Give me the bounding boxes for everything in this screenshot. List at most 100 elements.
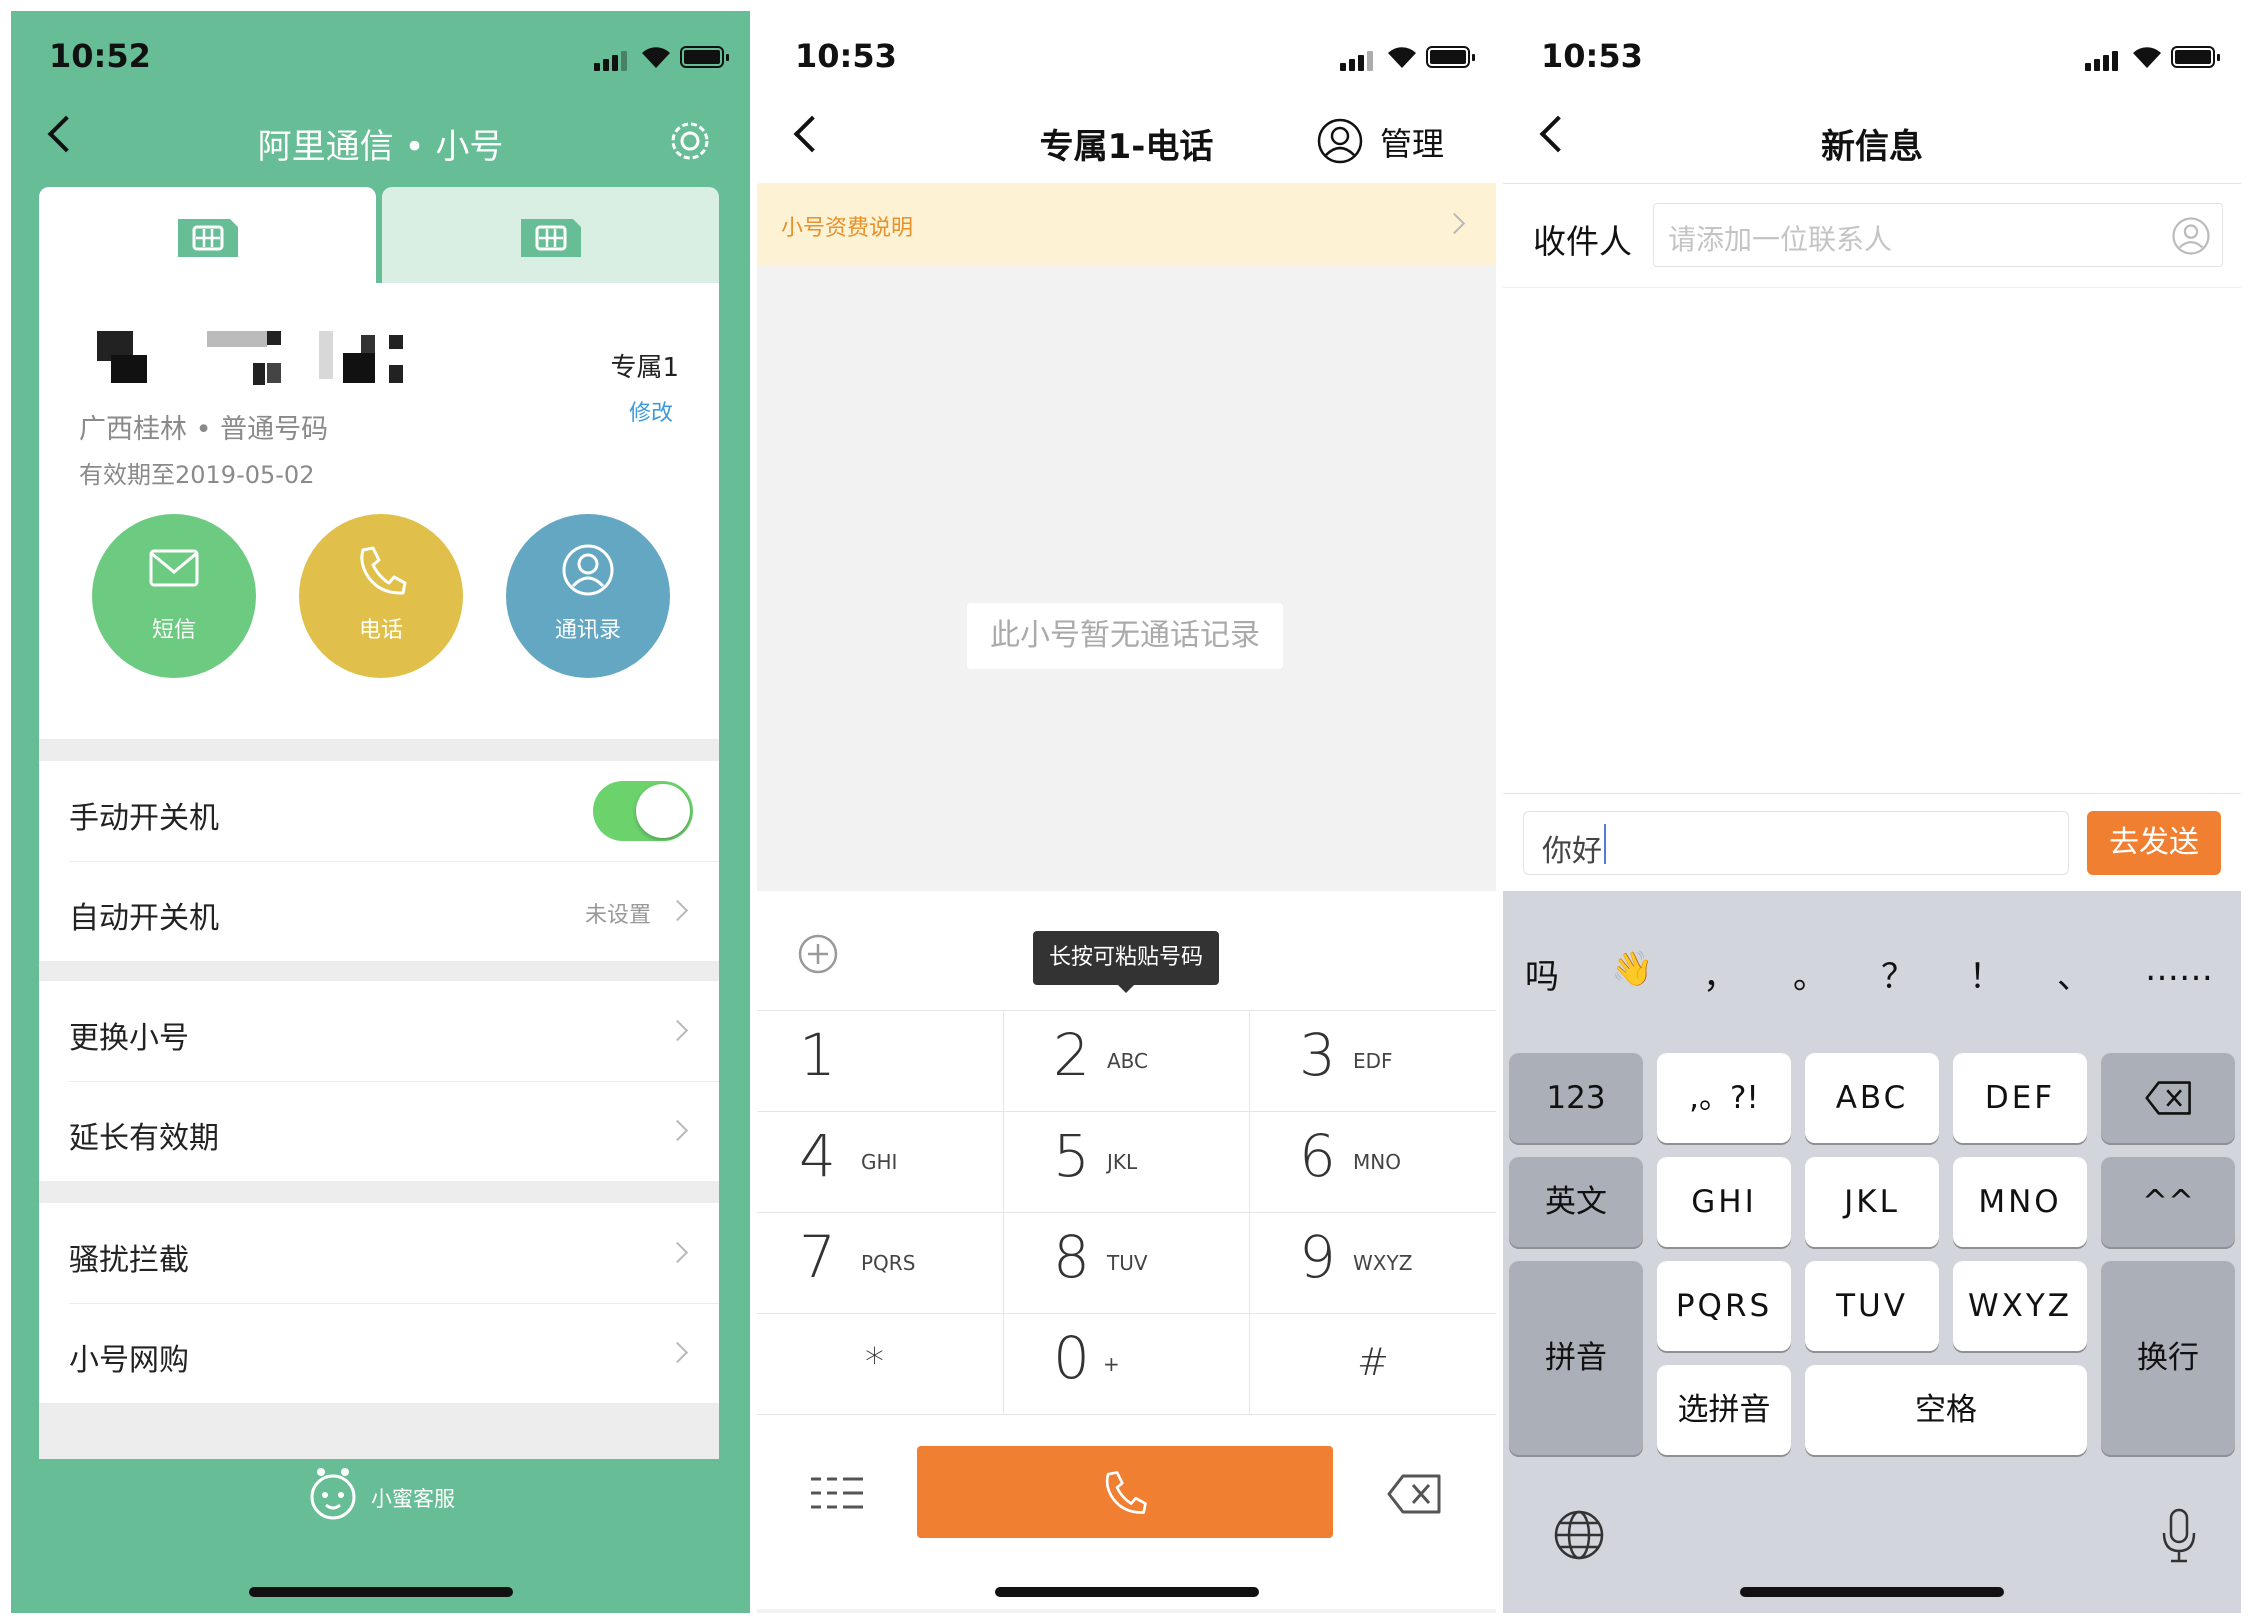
key-pqrs[interactable]: PQRS	[1657, 1261, 1791, 1351]
home-indicator	[994, 1587, 1259, 1597]
auto-power-row[interactable]: 自动开关机 未设置	[39, 861, 719, 961]
online-shopping-row[interactable]: 小号网购	[39, 1303, 719, 1403]
user-circle-icon	[1317, 118, 1363, 164]
dialer-screen: 10:53 专属1-电话 管理 小号资费说明 此小号暂无通话记录 长按可粘贴号码…	[757, 11, 1496, 1613]
add-contact-icon[interactable]	[2170, 215, 2212, 257]
sim-card-icon	[521, 219, 581, 257]
key-123[interactable]: 123	[1509, 1053, 1643, 1143]
key-tuv[interactable]: TUV	[1805, 1261, 1939, 1351]
dial-key-digit: 5	[1053, 1122, 1090, 1190]
candidate-word[interactable]: ……	[2145, 949, 2213, 989]
block-harassment-label: 骚扰拦截	[69, 1243, 189, 1278]
manage-label: 管理	[1380, 125, 1445, 163]
dial-key-digit: 4	[799, 1122, 836, 1190]
page-title: 阿里通信 • 小号	[257, 127, 504, 167]
send-button[interactable]: 去发送	[2087, 811, 2221, 875]
backspace-icon[interactable]	[1387, 1473, 1443, 1515]
dial-key[interactable]: 7 PQRS	[757, 1213, 1003, 1313]
dial-key[interactable]: 3 EDF	[1249, 1011, 1495, 1111]
dial-key[interactable]: 9 WXYZ	[1249, 1213, 1495, 1313]
delete-key[interactable]	[2101, 1053, 2235, 1143]
dial-key[interactable]: 0 +	[1003, 1314, 1249, 1414]
candidate-word[interactable]: 👋	[1611, 949, 1653, 989]
key-space[interactable]: 空格	[1805, 1365, 2087, 1455]
candidate-word[interactable]: ！	[1969, 949, 2003, 998]
dial-key[interactable]: *	[757, 1314, 1003, 1414]
chevron-right-icon	[666, 1019, 689, 1042]
dial-button[interactable]	[917, 1446, 1333, 1538]
key-ghi[interactable]: GHI	[1657, 1157, 1791, 1247]
candidate-word[interactable]: 。	[1793, 949, 1827, 998]
key-english[interactable]: 英文	[1509, 1157, 1643, 1247]
page-title: 新信息	[1821, 127, 1923, 167]
dial-key-letters: WXYZ	[1353, 1251, 1413, 1275]
extend-validity-row[interactable]: 延长有效期	[39, 1081, 719, 1181]
battery-icon	[1426, 46, 1475, 68]
add-contact-icon[interactable]	[797, 933, 839, 975]
change-number-row[interactable]: 更换小号	[39, 981, 719, 1081]
dial-key[interactable]: 8 TUV	[1003, 1213, 1249, 1313]
dial-key-digit: 8	[1053, 1223, 1090, 1291]
wifi-icon	[2133, 47, 2161, 68]
candidate-word[interactable]: ？	[1881, 949, 1915, 998]
candidate-word[interactable]: ，	[1703, 949, 1737, 998]
key-jkl[interactable]: JKL	[1805, 1157, 1939, 1247]
dial-key-letters: EDF	[1353, 1049, 1393, 1073]
manage-button[interactable]: 管理	[1316, 115, 1466, 165]
key-enter[interactable]: 换行	[2101, 1261, 2235, 1455]
home-indicator	[1740, 1587, 2004, 1597]
edit-link[interactable]: 修改	[629, 395, 673, 427]
keypad-toggle-icon[interactable]	[809, 1473, 865, 1513]
fee-notice-banner[interactable]: 小号资费说明	[757, 183, 1496, 265]
key-pinyin[interactable]: 拼音	[1509, 1261, 1643, 1455]
message-input[interactable]: 你好	[1523, 811, 2069, 875]
block-harassment-row[interactable]: 骚扰拦截	[39, 1203, 719, 1303]
call-button[interactable]: 电话	[299, 514, 463, 678]
sms-button[interactable]: 短信	[92, 514, 256, 678]
dial-key[interactable]: 2 ABC	[1003, 1011, 1249, 1111]
dial-key[interactable]: 4 GHI	[757, 1112, 1003, 1212]
wifi-icon	[1388, 47, 1416, 68]
recipient-input[interactable]: 请添加一位联系人	[1653, 203, 2223, 267]
customer-service-button[interactable]: 小蜜客服	[307, 1465, 507, 1525]
chevron-right-icon	[1443, 212, 1466, 235]
dial-key-letters: MNO	[1353, 1150, 1401, 1174]
dial-key-digit: 0	[1053, 1324, 1090, 1392]
dial-key-letters: +	[1103, 1352, 1120, 1376]
dial-key-digit: 7	[799, 1223, 836, 1291]
dial-key[interactable]: #	[1249, 1314, 1495, 1414]
key-def[interactable]: DEF	[1953, 1053, 2087, 1143]
bee-mascot-icon	[310, 1468, 356, 1520]
dial-key[interactable]: 6 MNO	[1249, 1112, 1495, 1212]
sms-label: 短信	[151, 618, 196, 643]
dial-key-letters: PQRS	[861, 1251, 916, 1275]
key-abc[interactable]: ABC	[1805, 1053, 1939, 1143]
key-mno[interactable]: MNO	[1953, 1157, 2087, 1247]
dial-key-letters: JKL	[1107, 1150, 1138, 1174]
candidate-word[interactable]: 吗	[1525, 949, 1559, 998]
home-indicator	[248, 1587, 513, 1597]
contacts-button[interactable]: 通讯录	[506, 514, 670, 678]
microphone-icon[interactable]	[2161, 1507, 2197, 1563]
key-select-pinyin[interactable]: 选拼音	[1657, 1365, 1791, 1455]
key-wxyz[interactable]: WXYZ	[1953, 1261, 2087, 1351]
tab-number-1[interactable]	[39, 187, 376, 283]
status-time: 10:53	[795, 37, 897, 75]
dialpad-area: 长按可粘贴号码 1 2 ABC 3 EDF 4 GHI 5 JKL 6 MNO 7 PQRS 8 TUV 9 W…	[757, 891, 1496, 1609]
dial-key-letters: TUV	[1107, 1251, 1148, 1275]
manual-power-toggle[interactable]	[593, 781, 693, 841]
number-region: 广西桂林 • 普通号码	[79, 414, 329, 445]
dial-key[interactable]: 1	[757, 1011, 1003, 1111]
wifi-icon	[642, 47, 670, 68]
manual-power-row: 手动开关机	[39, 761, 719, 861]
tab-number-2[interactable]	[382, 187, 719, 283]
dial-key-digit: 2	[1053, 1021, 1090, 1089]
key-emoticon[interactable]: ^^	[2101, 1157, 2235, 1247]
dial-key[interactable]: 5 JKL	[1003, 1112, 1249, 1212]
settings-gear-icon[interactable]	[668, 119, 712, 163]
key-punctuation[interactable]: ,。?!	[1657, 1053, 1791, 1143]
chevron-right-icon	[666, 1341, 689, 1364]
globe-icon[interactable]	[1553, 1509, 1605, 1561]
candidate-word[interactable]: 、	[2057, 949, 2091, 998]
battery-icon	[680, 46, 729, 68]
